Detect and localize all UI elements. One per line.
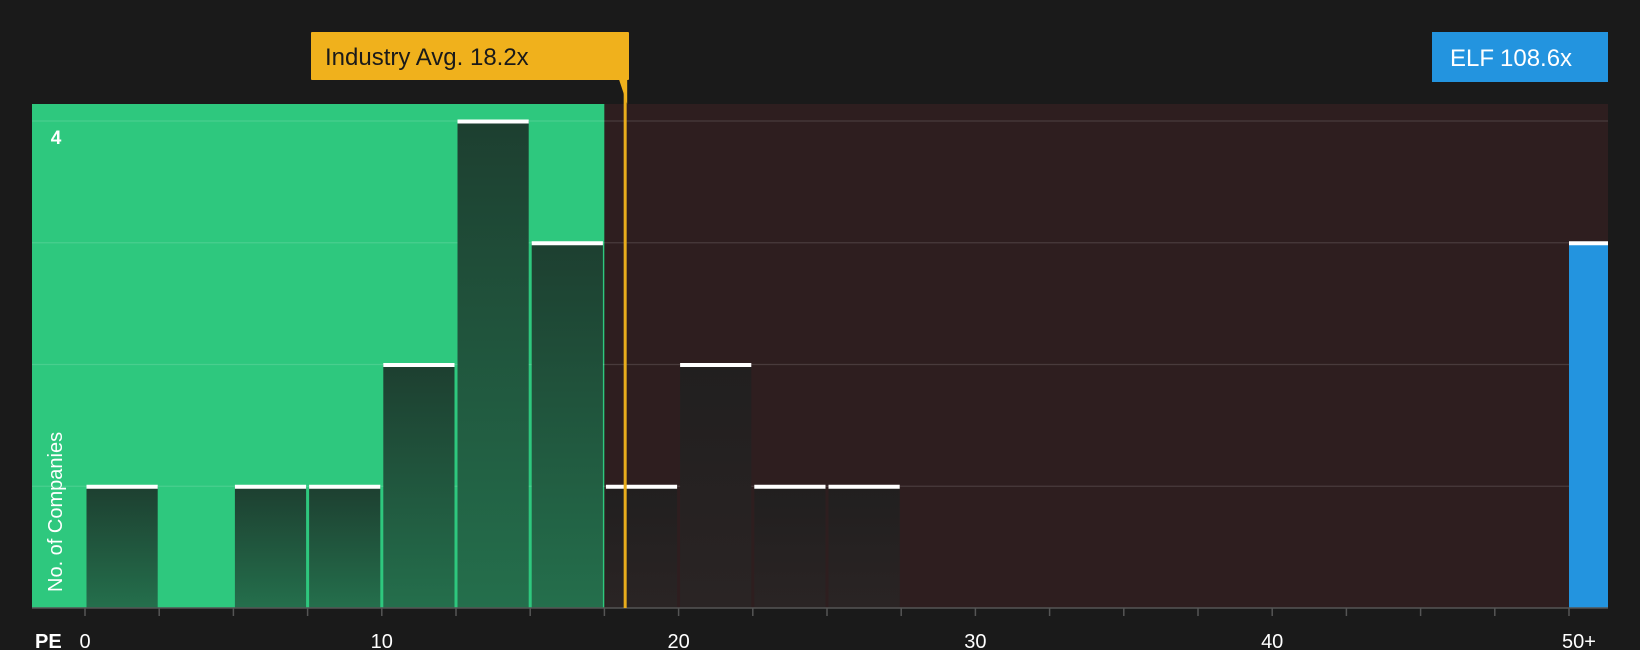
histogram-bar bbox=[234, 486, 307, 608]
y-tick-label: 4 bbox=[51, 128, 62, 149]
bar-cap bbox=[383, 363, 455, 367]
x-tick-label: 30 bbox=[964, 631, 986, 650]
company-ticker: ELF bbox=[1450, 45, 1494, 72]
bar-cap bbox=[309, 484, 381, 489]
company-bar bbox=[1569, 242, 1608, 608]
bar-cap bbox=[828, 484, 900, 489]
bar-cap bbox=[605, 484, 678, 489]
histogram-bar bbox=[754, 486, 826, 608]
company-bar-cap bbox=[1569, 241, 1608, 246]
x-tick-label: 0 bbox=[79, 631, 90, 650]
industry-average-label: Industry Avg. 18.2x bbox=[325, 44, 529, 71]
bar-cap bbox=[86, 484, 158, 489]
histogram-bar bbox=[531, 242, 603, 608]
x-tick-label: 40 bbox=[1261, 631, 1283, 650]
histogram-bar bbox=[86, 486, 158, 608]
bar-cap bbox=[531, 241, 603, 246]
histogram-bar bbox=[680, 364, 752, 608]
pe-distribution-chart: 0 10 20 30 40 50+ PE 4 No. of Companies Industry… bbox=[32, 32, 1608, 650]
histogram-bar bbox=[605, 486, 678, 608]
x-tick-label: 10 bbox=[371, 631, 393, 650]
bar-cap bbox=[680, 363, 752, 367]
bar-cap bbox=[234, 484, 307, 489]
bar-cap bbox=[754, 484, 826, 489]
x-tick-label: 20 bbox=[667, 631, 689, 650]
y-axis-label: No. of Companies bbox=[45, 432, 67, 592]
x-axis-label: PE bbox=[35, 631, 62, 650]
histogram-bar bbox=[309, 486, 381, 608]
company-pe-value: 108.6x bbox=[1500, 45, 1572, 72]
x-tick-label: 50+ bbox=[1562, 631, 1596, 650]
histogram-bar bbox=[457, 121, 529, 608]
histogram-bar bbox=[828, 486, 900, 608]
bar-cap bbox=[457, 119, 529, 124]
histogram-bar bbox=[383, 364, 455, 608]
